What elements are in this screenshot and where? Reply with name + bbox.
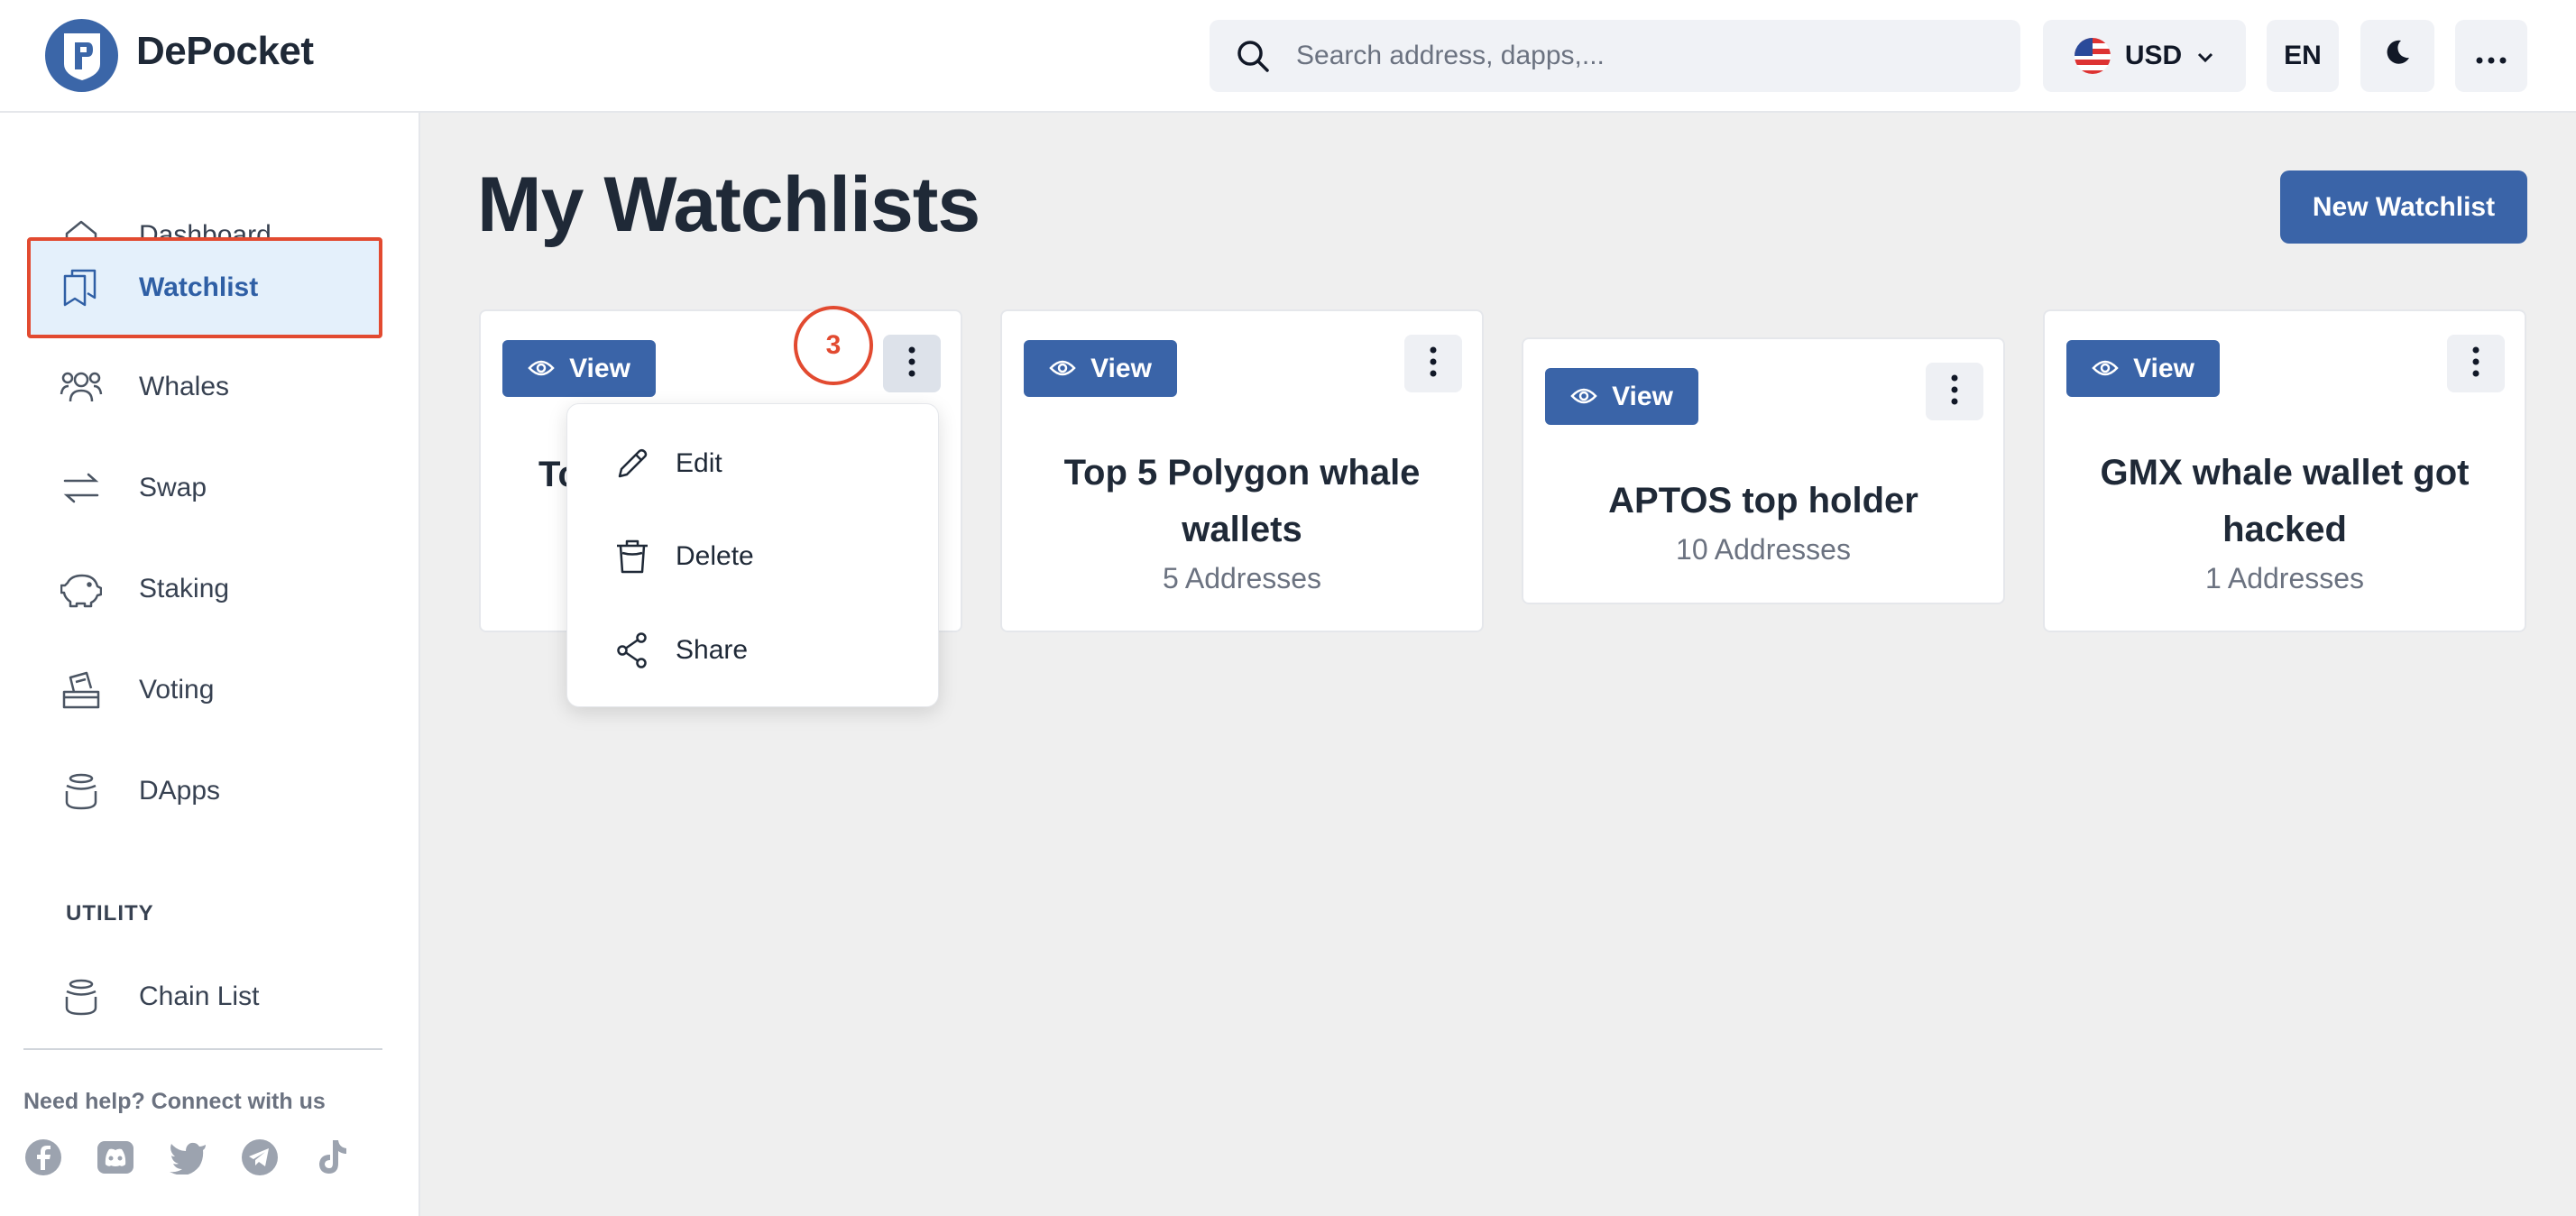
- sidebar-item-whales[interactable]: Whales: [27, 336, 382, 438]
- search-bar[interactable]: [1210, 20, 2020, 92]
- telegram-icon[interactable]: [240, 1138, 280, 1177]
- card-context-menu: Edit Delete Share: [566, 403, 939, 707]
- menu-item-label: Share: [676, 635, 749, 665]
- search-input[interactable]: [1296, 41, 1982, 71]
- sidebar-item-watchlist[interactable]: Watchlist: [27, 237, 382, 338]
- page-title: My Watchlists: [477, 161, 980, 248]
- menu-item-edit[interactable]: Edit: [567, 423, 938, 504]
- sidebar-item-staking[interactable]: Staking: [27, 539, 382, 640]
- menu-item-label: Edit: [676, 448, 722, 478]
- view-button[interactable]: View: [1024, 340, 1177, 397]
- more-vertical-icon: [908, 346, 915, 382]
- watchlist-card[interactable]: View APTOS top holder 10 Addresses: [1522, 337, 2005, 604]
- view-button-label: View: [2133, 353, 2194, 383]
- sidebar: Dashboard Watchlist Whales Swap Staking …: [0, 113, 420, 1216]
- layers-icon: [60, 975, 103, 1018]
- card-options-button[interactable]: [2447, 335, 2505, 392]
- menu-item-label: Delete: [676, 541, 754, 571]
- facebook-icon[interactable]: [23, 1138, 63, 1177]
- moon-icon: [2383, 38, 2412, 74]
- trash-icon: [612, 537, 652, 576]
- help-text: Need help? Connect with us: [23, 1089, 326, 1114]
- ballot-box-icon: [60, 668, 103, 712]
- card-address-count: 10 Addresses: [1676, 533, 1851, 566]
- more-vertical-icon: [2472, 346, 2479, 382]
- us-flag-icon: [2074, 38, 2111, 74]
- new-watchlist-button[interactable]: New Watchlist: [2280, 170, 2527, 244]
- sidebar-item-label: Chain List: [139, 981, 260, 1011]
- pencil-icon: [612, 444, 652, 484]
- card-title: APTOS top holder: [1608, 481, 1918, 520]
- view-button[interactable]: View: [2066, 340, 2220, 397]
- card-title: GMX whale wallet got hacked: [2100, 453, 2470, 549]
- sidebar-item-chain-list[interactable]: Chain List: [27, 946, 382, 1047]
- more-menu-button[interactable]: [2455, 20, 2527, 92]
- piggy-bank-icon: [60, 567, 103, 611]
- sidebar-item-label: DApps: [139, 776, 221, 806]
- card-options-button[interactable]: [1404, 335, 1462, 392]
- layers-icon: [60, 769, 103, 813]
- card-address-count: 1 Addresses: [2204, 562, 2365, 594]
- eye-icon: [528, 354, 555, 384]
- brand-name[interactable]: DePocket: [136, 29, 314, 74]
- card-options-button[interactable]: [1926, 363, 1983, 420]
- twitter-icon[interactable]: [168, 1138, 207, 1177]
- card-title: Top 5 Polygon whale wallets: [1063, 453, 1421, 549]
- view-button[interactable]: View: [502, 340, 656, 397]
- eye-icon: [1570, 382, 1597, 412]
- card-options-button[interactable]: [883, 335, 941, 392]
- more-vertical-icon: [1951, 374, 1958, 410]
- more-vertical-icon: [1430, 346, 1437, 382]
- bookmark-icon: [60, 266, 103, 309]
- tiktok-icon[interactable]: [312, 1138, 352, 1177]
- share-icon: [612, 631, 652, 670]
- more-horizontal-icon: [2476, 41, 2507, 71]
- eye-icon: [1049, 354, 1076, 384]
- currency-selector[interactable]: USD: [2043, 20, 2246, 92]
- language-button[interactable]: EN: [2267, 20, 2339, 92]
- sidebar-divider: [23, 1048, 382, 1050]
- theme-toggle-button[interactable]: [2360, 20, 2434, 92]
- sidebar-item-dapps[interactable]: DApps: [27, 741, 382, 842]
- swap-icon: [60, 466, 103, 510]
- sidebar-item-label: Staking: [139, 574, 230, 603]
- utility-section-title: UTILITY: [66, 901, 154, 926]
- view-button-label: View: [569, 353, 630, 383]
- view-button[interactable]: View: [1545, 368, 1698, 425]
- search-icon: [1233, 36, 1273, 76]
- sidebar-item-label: Watchlist: [139, 272, 259, 302]
- discord-icon[interactable]: [96, 1138, 135, 1177]
- view-button-label: View: [1612, 381, 1673, 411]
- depocket-logo-icon[interactable]: [45, 19, 118, 92]
- sidebar-item-label: Whales: [139, 372, 230, 401]
- top-header: DePocket USD EN: [0, 0, 2576, 113]
- card-address-count: 5 Addresses: [1162, 562, 1322, 594]
- view-button-label: View: [1090, 353, 1152, 383]
- sidebar-item-label: Swap: [139, 473, 207, 502]
- eye-icon: [2092, 354, 2119, 384]
- watchlist-card[interactable]: View Top 5 Polygon whale wallets 5 Addre…: [1000, 309, 1484, 632]
- menu-item-delete[interactable]: Delete: [567, 516, 938, 597]
- chevron-down-icon: [2196, 41, 2214, 71]
- watchlist-card[interactable]: View GMX whale wallet got hacked 1 Addre…: [2043, 309, 2526, 632]
- sidebar-item-swap[interactable]: Swap: [27, 438, 382, 539]
- step-marker: 3: [794, 306, 873, 385]
- sidebar-item-label: Voting: [139, 675, 215, 705]
- social-links: [23, 1138, 352, 1177]
- currency-label: USD: [2124, 41, 2183, 70]
- users-icon: [60, 365, 103, 409]
- sidebar-item-voting[interactable]: Voting: [27, 640, 382, 741]
- menu-item-share[interactable]: Share: [567, 610, 938, 691]
